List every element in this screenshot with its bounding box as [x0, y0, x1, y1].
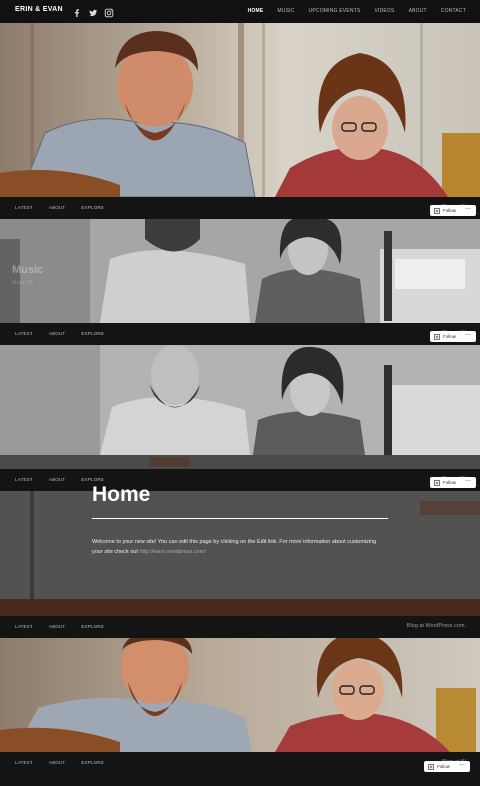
- site-title[interactable]: ERIN & EVAN: [15, 6, 63, 13]
- footer-link-about[interactable]: ABOUT: [49, 477, 66, 482]
- footer-link-about[interactable]: ABOUT: [49, 205, 66, 210]
- footer-link-latest[interactable]: LATEST: [15, 331, 33, 336]
- footer-photo-duo: [0, 638, 480, 752]
- main-navigation: HOME MUSIC UPCOMING EVENTS VIDEOS ABOUT …: [248, 8, 466, 14]
- page-content: Welcome to your new site! You can edit t…: [92, 537, 388, 557]
- footer-link-explore[interactable]: EXPLORE: [81, 331, 104, 336]
- nav-item-music[interactable]: MUSIC: [277, 8, 294, 14]
- twitter-icon[interactable]: [88, 5, 98, 17]
- header-photo-duo: [0, 23, 480, 197]
- follow-icon: [434, 479, 440, 486]
- more-options-button[interactable]: ...: [460, 476, 476, 488]
- more-options-button[interactable]: ...: [454, 760, 470, 772]
- follow-label: Follow: [443, 208, 457, 213]
- music-post-photo: [0, 219, 480, 323]
- footer-link-explore[interactable]: EXPLORE: [81, 624, 104, 629]
- site-footer: LATEST ABOUT EXPLORE Blog at W: [0, 469, 480, 491]
- site-footer: LATEST ABOUT EXPLORE Blog at W: [0, 197, 480, 219]
- instagram-icon[interactable]: [104, 5, 114, 18]
- top-navigation-bar: ERIN & EVAN HOME MUSIC UPCOMING EVENTS V…: [0, 0, 480, 23]
- facebook-icon[interactable]: [72, 5, 82, 17]
- nav-item-about[interactable]: ABOUT: [409, 8, 427, 14]
- follow-label: Follow: [443, 334, 457, 339]
- title-divider: [92, 518, 388, 519]
- footer-link-about[interactable]: ABOUT: [49, 331, 66, 336]
- blog-credit[interactable]: Blog at WordPress.com.: [407, 623, 466, 629]
- follow-icon: [428, 763, 434, 770]
- learn-wordpress-link[interactable]: http://learn.wordpress.com/: [139, 549, 205, 555]
- nav-item-videos[interactable]: VIDEOS: [374, 8, 394, 14]
- footer-link-latest[interactable]: LATEST: [15, 477, 33, 482]
- site-footer: LATEST ABOUT EXPLORE Blog at W: [0, 323, 480, 345]
- footer-link-explore[interactable]: EXPLORE: [81, 205, 104, 210]
- footer-link-latest[interactable]: LATEST: [15, 760, 33, 765]
- follow-label: Follow: [437, 764, 451, 769]
- ghost-post-date: March 28: [12, 280, 33, 286]
- site-footer: LATEST ABOUT EXPLORE Blog at W: [0, 752, 480, 774]
- footer-link-explore[interactable]: EXPLORE: [81, 477, 104, 482]
- footer-link-latest[interactable]: LATEST: [15, 205, 33, 210]
- nav-item-contact[interactable]: CONTACT: [441, 8, 466, 14]
- follow-icon: [434, 333, 440, 340]
- more-options-button[interactable]: ...: [460, 330, 476, 342]
- nav-item-upcoming-events[interactable]: UPCOMING EVENTS: [309, 8, 361, 14]
- footer-link-explore[interactable]: EXPLORE: [81, 760, 104, 765]
- ghost-post-title: Music: [12, 264, 44, 276]
- about-photo-duo: [0, 345, 480, 455]
- nav-item-home[interactable]: HOME: [248, 8, 264, 14]
- more-options-button[interactable]: ...: [460, 204, 476, 216]
- home-background-top: [0, 455, 480, 469]
- social-links: [72, 5, 114, 18]
- footer-link-about[interactable]: ABOUT: [49, 760, 66, 765]
- footer-link-latest[interactable]: LATEST: [15, 624, 33, 629]
- follow-icon: [434, 207, 440, 214]
- page-title: Home: [92, 483, 151, 506]
- page-content-text: Welcome to your new site! You can edit t…: [92, 539, 377, 555]
- footer-link-about[interactable]: ABOUT: [49, 624, 66, 629]
- follow-label: Follow: [443, 480, 457, 485]
- site-footer: LATEST ABOUT EXPLORE Blog at WordPress.c…: [0, 616, 480, 638]
